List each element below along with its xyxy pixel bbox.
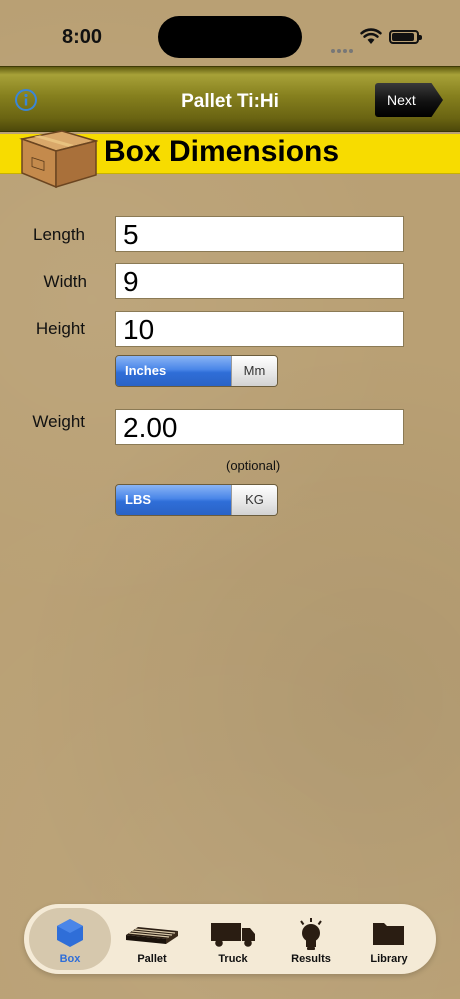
width-input[interactable]: 9 bbox=[115, 263, 404, 299]
length-input[interactable]: 5 bbox=[115, 216, 404, 252]
battery-icon bbox=[389, 30, 422, 44]
units-inches-segment[interactable]: Inches bbox=[116, 356, 231, 386]
tab-box-label: Box bbox=[59, 953, 81, 965]
dimension-units-segmented-control: Inches Mm bbox=[115, 355, 278, 387]
tab-bar: Box Pallet Truck Results Library bbox=[24, 904, 436, 974]
tab-pallet-label: Pallet bbox=[137, 953, 167, 965]
height-label: Height bbox=[35, 319, 85, 338]
tab-truck-label: Truck bbox=[218, 953, 248, 965]
cardboard-box-icon bbox=[19, 130, 98, 189]
optional-note: (optional) bbox=[226, 458, 281, 473]
cube-icon bbox=[57, 919, 83, 947]
units-lbs-segment[interactable]: LBS bbox=[116, 485, 231, 515]
navigation-bar: Pallet Ti:Hi Next bbox=[0, 66, 460, 132]
cellular-signal-icon bbox=[331, 40, 355, 53]
status-time: 8:00 bbox=[62, 26, 103, 48]
weight-label: Weight bbox=[32, 412, 85, 431]
wifi-icon bbox=[360, 28, 382, 44]
tab-results[interactable]: Results bbox=[270, 908, 352, 970]
tab-pallet[interactable]: Pallet bbox=[111, 908, 193, 970]
weight-units-segmented-control: LBS KG bbox=[115, 484, 278, 516]
tab-library-label: Library bbox=[370, 953, 408, 965]
tab-library[interactable]: Library bbox=[348, 908, 430, 970]
weight-input[interactable]: 2.00 bbox=[115, 409, 404, 445]
folder-icon bbox=[373, 923, 404, 945]
width-label: Width bbox=[43, 272, 87, 291]
status-bar: 8:00 bbox=[0, 0, 460, 66]
tab-results-label: Results bbox=[291, 953, 331, 965]
lightbulb-icon bbox=[300, 918, 322, 950]
section-title: Box Dimensions bbox=[104, 135, 340, 168]
tab-truck[interactable]: Truck bbox=[192, 908, 274, 970]
units-kg-segment[interactable]: KG bbox=[231, 485, 277, 515]
pallet-icon bbox=[126, 927, 178, 944]
truck-icon bbox=[211, 923, 255, 947]
length-label: Length bbox=[33, 225, 85, 244]
tab-box[interactable]: Box bbox=[29, 908, 111, 970]
units-mm-segment[interactable]: Mm bbox=[231, 356, 277, 386]
dynamic-island bbox=[158, 16, 302, 58]
next-button[interactable]: Next bbox=[375, 83, 443, 117]
height-input[interactable]: 10 bbox=[115, 311, 404, 347]
